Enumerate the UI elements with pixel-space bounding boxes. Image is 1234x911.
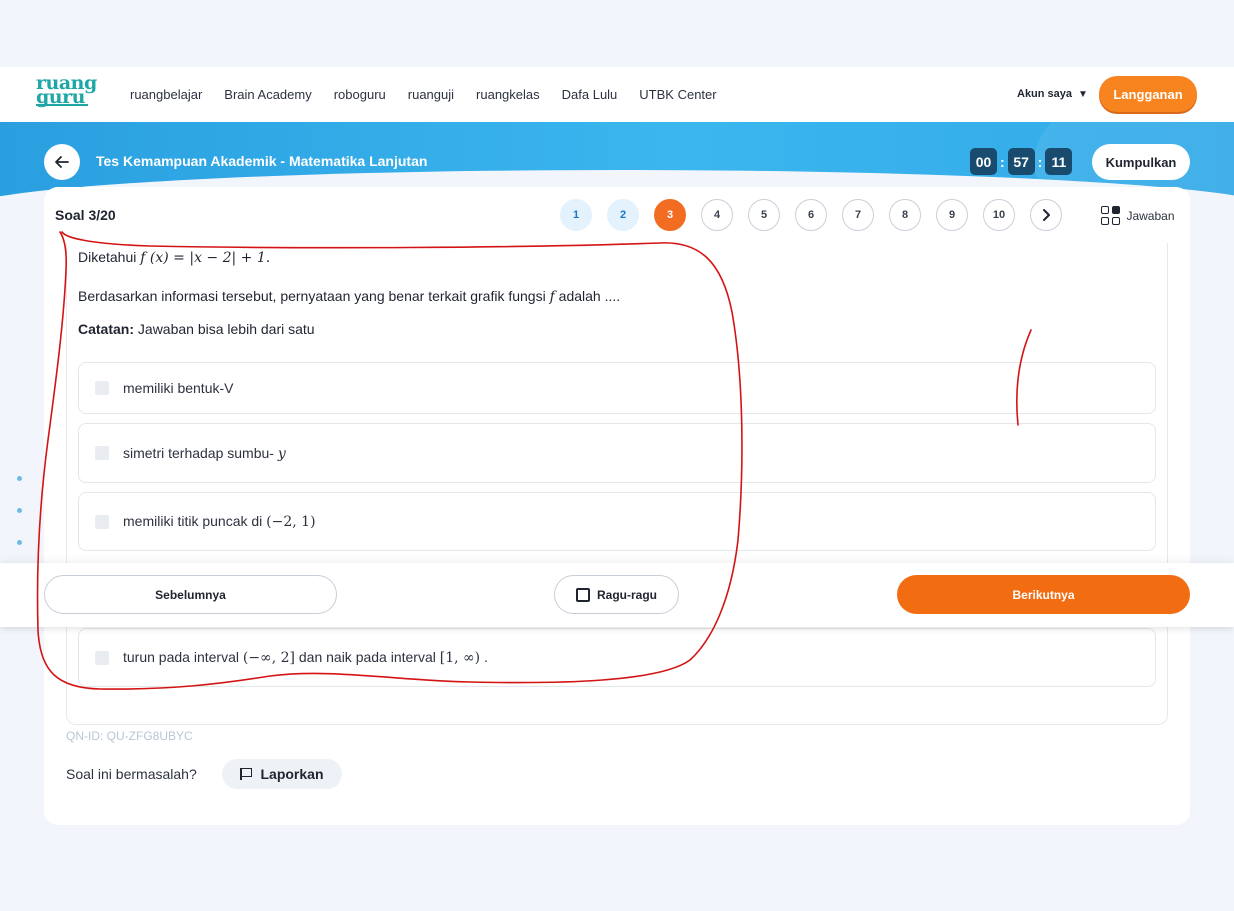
account-label: Akun saya xyxy=(1017,88,1073,100)
report-prompt: Soal ini bermasalah? xyxy=(66,766,197,782)
top-navbar: ruang guru ruangbelajar Brain Academy ro… xyxy=(0,67,1234,122)
arrow-left-icon xyxy=(55,156,69,168)
back-button[interactable] xyxy=(44,144,80,180)
answers-label: Jawaban xyxy=(1126,208,1175,223)
nav-link-ruangbelajar[interactable]: ruangbelajar xyxy=(130,87,202,102)
answer-option-5[interactable]: turun pada interval (−∞, 2] dan naik pad… xyxy=(78,628,1156,687)
option-label: turun pada interval (−∞, 2] dan naik pad… xyxy=(123,649,488,666)
option-label: memiliki titik puncak di (−2, 1) xyxy=(123,513,316,530)
decorative-dots xyxy=(17,476,22,572)
option-label: memiliki bentuk-V xyxy=(123,380,234,396)
question-number-4[interactable]: 4 xyxy=(701,199,733,231)
question-number-9[interactable]: 9 xyxy=(936,199,968,231)
answer-option-1[interactable]: memiliki bentuk-V xyxy=(78,362,1156,414)
report-label: Laporkan xyxy=(260,766,324,782)
answers-panel-button[interactable]: Jawaban xyxy=(1086,188,1190,243)
nav-link-utbk-center[interactable]: UTBK Center xyxy=(639,87,716,102)
question-number-1[interactable]: 1 xyxy=(560,199,592,231)
next-page-button[interactable] xyxy=(1030,199,1062,231)
account-menu[interactable]: Akun saya ▼ xyxy=(1017,88,1088,100)
answer-option-3[interactable]: memiliki titik puncak di (−2, 1) xyxy=(78,492,1156,551)
question-id: QN-ID: QU-ZFG8UBYC xyxy=(66,729,193,743)
next-button[interactable]: Berikutnya xyxy=(897,575,1190,614)
question-intro: Diketahui f (x) = |x − 2| + 1. xyxy=(78,249,271,266)
nav-link-brain-academy[interactable]: Brain Academy xyxy=(224,87,311,102)
question-statement: Berdasarkan informasi tersebut, pernyata… xyxy=(78,288,621,305)
question-number-5[interactable]: 5 xyxy=(748,199,780,231)
question-number-7[interactable]: 7 xyxy=(842,199,874,231)
report-button[interactable]: Laporkan xyxy=(222,759,342,789)
doubt-toggle-button[interactable]: Ragu-ragu xyxy=(554,575,679,614)
timer-minutes: 57 xyxy=(1007,148,1035,175)
test-title: Tes Kemampuan Akademik - Matematika Lanj… xyxy=(96,153,428,169)
chevron-right-icon xyxy=(1043,209,1050,221)
nav-link-roboguru[interactable]: roboguru xyxy=(334,87,386,102)
ruangguru-logo[interactable]: ruang guru xyxy=(36,74,97,112)
question-number-8[interactable]: 8 xyxy=(889,199,921,231)
question-number-6[interactable]: 6 xyxy=(795,199,827,231)
countdown-timer: 00 : 57 : 11 xyxy=(970,148,1073,175)
nav-link-ruangkelas[interactable]: ruangkelas xyxy=(476,87,540,102)
option-checkbox[interactable] xyxy=(95,650,109,665)
nav-link-dafa-lulu[interactable]: Dafa Lulu xyxy=(562,87,618,102)
question-counter: Soal 3/20 xyxy=(55,207,116,223)
previous-button[interactable]: Sebelumnya xyxy=(44,575,337,614)
grid-icon xyxy=(1101,206,1121,225)
question-note: Catatan: Jawaban bisa lebih dari satu xyxy=(78,321,315,337)
note-label: Catatan: xyxy=(78,321,135,337)
caret-down-icon: ▼ xyxy=(1078,88,1088,100)
timer-hours: 00 xyxy=(970,148,997,175)
flag-icon xyxy=(240,768,253,780)
function-formula: f (x) = |x − 2| + 1. xyxy=(140,250,271,266)
option-checkbox[interactable] xyxy=(95,514,109,529)
timer-seconds: 11 xyxy=(1045,148,1073,175)
doubt-label: Ragu-ragu xyxy=(597,587,657,602)
answer-option-2[interactable]: simetri terhadap sumbu- y xyxy=(78,423,1156,483)
nav-links: ruangbelajar Brain Academy roboguru ruan… xyxy=(130,87,717,102)
submit-test-button[interactable]: Kumpulkan xyxy=(1092,144,1190,180)
question-number-3[interactable]: 3 xyxy=(654,199,686,231)
doubt-checkbox xyxy=(576,587,590,602)
nav-link-ruanguji[interactable]: ruanguji xyxy=(408,87,454,102)
option-label: simetri terhadap sumbu- y xyxy=(123,444,286,462)
question-number-2[interactable]: 2 xyxy=(607,199,639,231)
option-checkbox[interactable] xyxy=(95,381,109,395)
option-checkbox[interactable] xyxy=(95,446,109,460)
question-number-list: 1 2 3 4 5 6 7 8 9 10 xyxy=(560,199,1062,231)
subscribe-button[interactable]: Langganan xyxy=(1099,76,1197,112)
question-number-10[interactable]: 10 xyxy=(983,199,1015,231)
